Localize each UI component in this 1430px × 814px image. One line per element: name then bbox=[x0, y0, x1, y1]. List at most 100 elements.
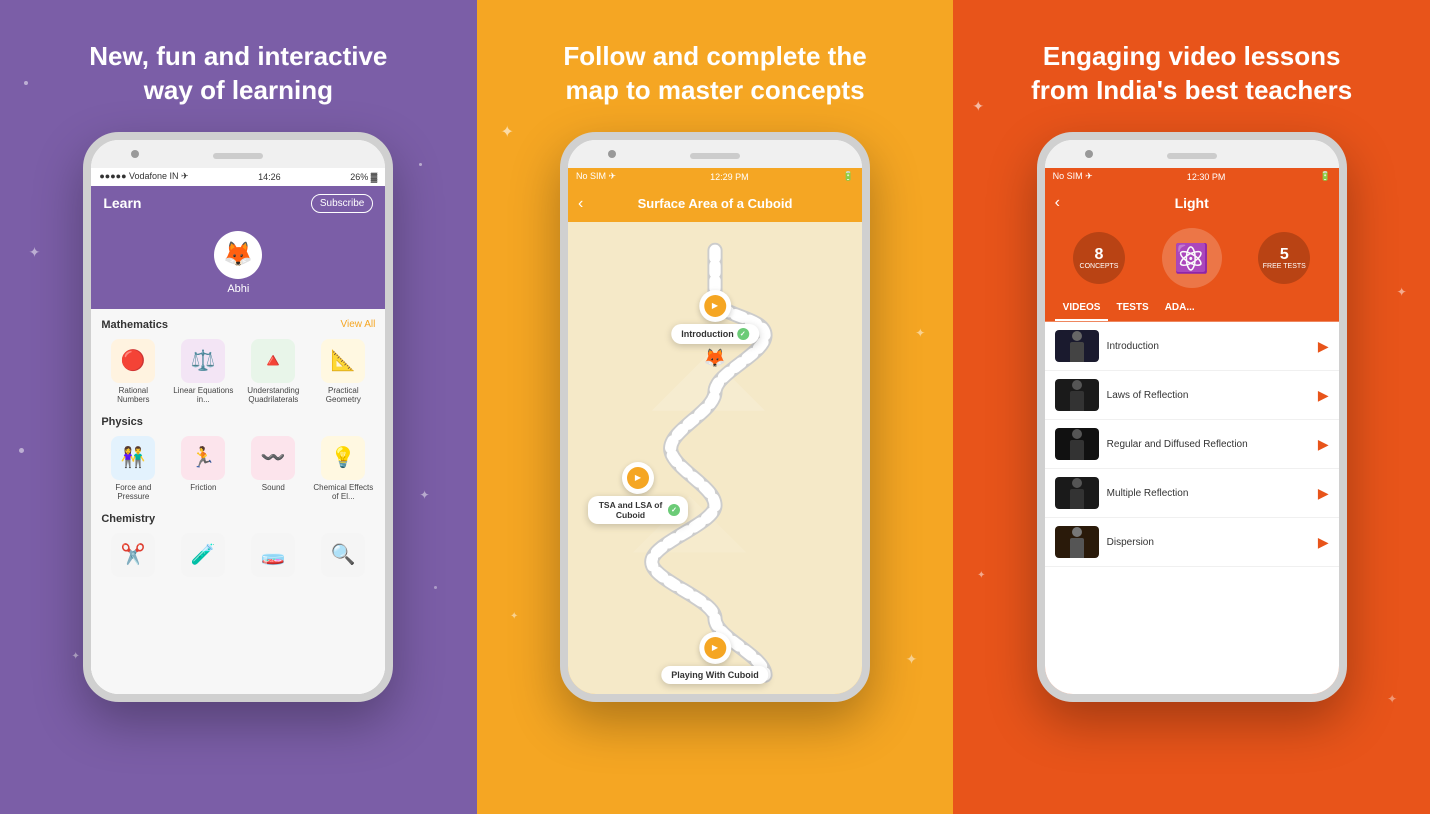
video-title-regular: Regular and Diffused Reflection bbox=[1107, 438, 1310, 451]
sound-label: Sound bbox=[262, 483, 285, 492]
panel-interactive-learning: ✦ ✦ ✦ New, fun and interactive way of le… bbox=[0, 0, 477, 814]
playing-cuboid-label[interactable]: Playing With Cuboid bbox=[661, 666, 768, 684]
introduction-node-group: ▶ Introduction ✓ 🦊 bbox=[671, 290, 759, 369]
introduction-check: ✓ bbox=[737, 328, 749, 340]
subject-linear-equations[interactable]: ⚖️ Linear Equations in... bbox=[171, 339, 235, 404]
friction-icon: 🏃 bbox=[181, 436, 225, 480]
subject-chemical-effects[interactable]: 💡 Chemical Effects of El... bbox=[311, 436, 375, 501]
concepts-count: 8 bbox=[1095, 247, 1104, 263]
force-pressure-icon: 👫 bbox=[111, 436, 155, 480]
tsa-lsa-label[interactable]: TSA and LSA of Cuboid ✓ bbox=[588, 496, 688, 524]
play-arrow-laws[interactable]: ▶ bbox=[1318, 387, 1329, 404]
tab-videos[interactable]: VIDEOS bbox=[1055, 296, 1109, 321]
tests-label: FREE TESTS bbox=[1263, 263, 1306, 270]
phone-1-notch bbox=[91, 140, 385, 168]
video-item-introduction[interactable]: Introduction ▶ bbox=[1045, 322, 1339, 371]
fox-mascot: 🦊 bbox=[704, 348, 726, 369]
video-thumb-multiple bbox=[1055, 477, 1099, 509]
video-item-multiple[interactable]: Multiple Reflection ▶ bbox=[1045, 469, 1339, 518]
play-node-inner[interactable]: ▶ bbox=[704, 295, 726, 317]
tab-tests[interactable]: TESTS bbox=[1108, 296, 1156, 321]
play-arrow-regular[interactable]: ▶ bbox=[1318, 436, 1329, 453]
view-all-math[interactable]: View All bbox=[340, 319, 375, 330]
tsa-check: ✓ bbox=[668, 504, 680, 516]
subject-chem-2[interactable]: 🧪 bbox=[171, 533, 235, 580]
tab-ada[interactable]: ADA... bbox=[1157, 296, 1203, 321]
phone-1-speaker bbox=[213, 153, 263, 159]
phone-2-content: ‹ Surface Area of a Cuboid bbox=[568, 186, 862, 694]
video-item-regular[interactable]: Regular and Diffused Reflection ▶ bbox=[1045, 420, 1339, 469]
quadrilaterals-icon: 🔺 bbox=[251, 339, 295, 383]
username-label: Abhi bbox=[227, 283, 249, 295]
chem-4-icon: 🔍 bbox=[321, 533, 365, 577]
chemical-effects-label: Chemical Effects of El... bbox=[311, 483, 375, 501]
chemistry-subject-grid: ✂️ 🧪 🧫 🔍 bbox=[101, 533, 375, 580]
phone-3-title: Light bbox=[1175, 195, 1209, 211]
chem-3-icon: 🧫 bbox=[251, 533, 295, 577]
tests-circle: 5 FREE TESTS bbox=[1258, 232, 1310, 284]
quadrilaterals-label: Understanding Quadrilaterals bbox=[241, 386, 305, 404]
concept-map: ▶ Introduction ✓ 🦊 ▶ bbox=[568, 222, 862, 694]
practical-geometry-label: Practical Geometry bbox=[311, 386, 375, 404]
phone-1-time: 14:26 bbox=[258, 172, 281, 182]
phone-1-carrier: ●●●●● Vodafone IN ✈ bbox=[99, 171, 188, 182]
subject-quadrilaterals[interactable]: 🔺 Understanding Quadrilaterals bbox=[241, 339, 305, 404]
phone-2-title: Surface Area of a Cuboid bbox=[638, 196, 793, 211]
video-item-laws[interactable]: Laws of Reflection ▶ bbox=[1045, 371, 1339, 420]
concepts-label: CONCEPTS bbox=[1080, 263, 1119, 270]
playing-play-inner[interactable]: ▶ bbox=[704, 637, 726, 659]
mathematics-section-header: Mathematics View All bbox=[101, 319, 375, 331]
phone-1-status-bar: ●●●●● Vodafone IN ✈ 14:26 26% ▓ bbox=[91, 168, 385, 186]
tsa-lsa-node-group: ▶ TSA and LSA of Cuboid ✓ bbox=[588, 462, 688, 524]
phone-3-battery: 🔋 bbox=[1319, 171, 1330, 182]
chemical-effects-icon: 💡 bbox=[321, 436, 365, 480]
playing-play-outer: ▶ bbox=[699, 632, 731, 664]
phone-2-speaker bbox=[690, 153, 740, 159]
video-item-dispersion[interactable]: Dispersion ▶ bbox=[1045, 518, 1339, 567]
introduction-label[interactable]: Introduction ✓ bbox=[671, 324, 759, 344]
panel-1-heading: New, fun and interactive way of learning bbox=[89, 40, 387, 108]
subject-chem-1[interactable]: ✂️ bbox=[101, 533, 165, 580]
chemistry-section-header: Chemistry bbox=[101, 513, 375, 525]
subject-force-pressure[interactable]: 👫 Force and Pressure bbox=[101, 436, 165, 501]
play-arrow-multiple[interactable]: ▶ bbox=[1318, 485, 1329, 502]
phone-2-carrier: No SIM ✈ bbox=[576, 171, 616, 182]
introduction-text: Introduction bbox=[681, 329, 734, 339]
play-arrow-introduction[interactable]: ▶ bbox=[1318, 338, 1329, 355]
tsa-play-inner[interactable]: ▶ bbox=[627, 467, 649, 489]
play-button-row: ▶ bbox=[699, 290, 731, 322]
phone-2-camera bbox=[608, 150, 616, 158]
concepts-circle: 8 CONCEPTS bbox=[1073, 232, 1125, 284]
video-thumb-regular bbox=[1055, 428, 1099, 460]
tsa-lsa-text: TSA and LSA of Cuboid bbox=[596, 500, 665, 520]
physics-subject-grid: 👫 Force and Pressure 🏃 Friction 〰️ Sound… bbox=[101, 436, 375, 501]
subject-chem-4[interactable]: 🔍 bbox=[311, 533, 375, 580]
phone-1-battery: 26% ▓ bbox=[350, 172, 377, 182]
phone-2-notch bbox=[568, 140, 862, 168]
subject-chem-3[interactable]: 🧫 bbox=[241, 533, 305, 580]
subscribe-button[interactable]: Subscribe bbox=[311, 194, 373, 213]
phone-3-speaker bbox=[1167, 153, 1217, 159]
phone-3-mockup: No SIM ✈ 12:30 PM 🔋 ‹ Light 8 CONCEPTS ⚛… bbox=[1037, 132, 1347, 702]
phone-3-time: 12:30 PM bbox=[1187, 172, 1226, 182]
rational-numbers-icon: 🔴 bbox=[111, 339, 155, 383]
play-arrow-dispersion[interactable]: ▶ bbox=[1318, 534, 1329, 551]
phone-3-content: ‹ Light 8 CONCEPTS ⚛️ 5 FREE TESTS VIDEO… bbox=[1045, 186, 1339, 694]
subject-rational-numbers[interactable]: 🔴 Rational Numbers bbox=[101, 339, 165, 404]
sound-icon: 〰️ bbox=[251, 436, 295, 480]
back-button[interactable]: ‹ bbox=[578, 195, 583, 213]
playing-cuboid-text: Playing With Cuboid bbox=[671, 670, 758, 680]
mathematics-label: Mathematics bbox=[101, 319, 168, 331]
linear-equations-icon: ⚖️ bbox=[181, 339, 225, 383]
subject-practical-geometry[interactable]: 📐 Practical Geometry bbox=[311, 339, 375, 404]
phone-1-body: Mathematics View All 🔴 Rational Numbers … bbox=[91, 309, 385, 694]
subject-sound[interactable]: 〰️ Sound bbox=[241, 436, 305, 501]
video-title-dispersion: Dispersion bbox=[1107, 536, 1310, 549]
subject-icon-center: ⚛️ bbox=[1162, 228, 1222, 288]
tests-count: 5 bbox=[1280, 247, 1289, 263]
subject-friction[interactable]: 🏃 Friction bbox=[171, 436, 235, 501]
phone-3-back-button[interactable]: ‹ bbox=[1055, 194, 1060, 212]
phone-3-video-list: Introduction ▶ Laws of Reflection ▶ bbox=[1045, 322, 1339, 694]
physics-label: Physics bbox=[101, 416, 143, 428]
panel-2-heading: Follow and complete themap to master con… bbox=[563, 40, 866, 108]
